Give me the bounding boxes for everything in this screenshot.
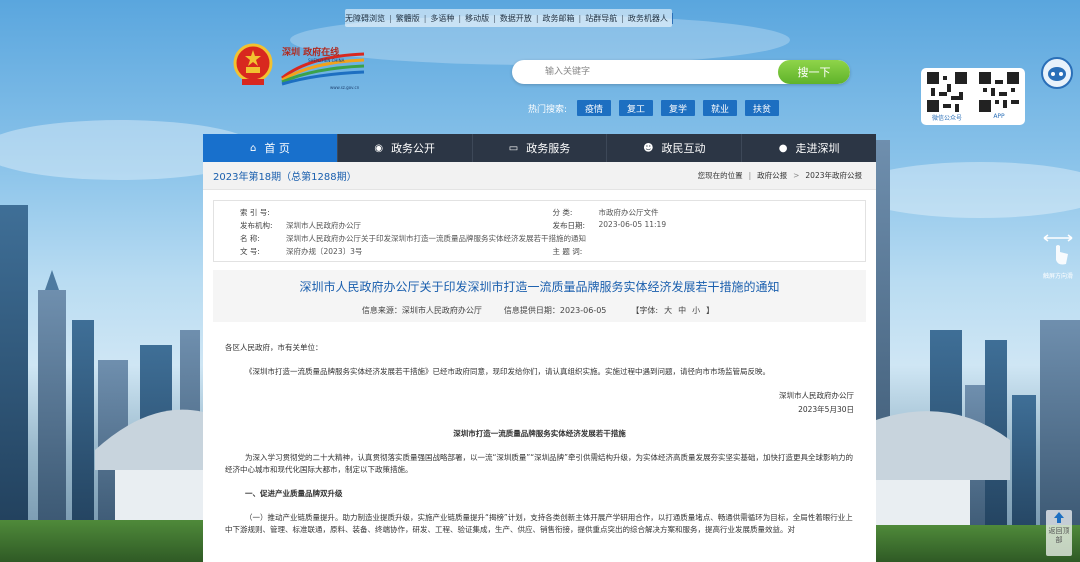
- eye-icon: ◉: [374, 142, 384, 154]
- issue-bar: 2023年第18期（总第1288期） 您现在的位置 | 政府公报 > 2023年…: [203, 162, 876, 190]
- back-to-top-button[interactable]: 返回顶部: [1046, 510, 1072, 556]
- hot-tag-employment[interactable]: 就业: [703, 100, 738, 116]
- font-size-medium[interactable]: 中: [678, 306, 686, 315]
- link-gov-mail[interactable]: 政务邮箱: [543, 13, 575, 24]
- signer: 深圳市人民政府办公厅: [779, 391, 854, 400]
- category-label: 分 类:: [552, 208, 573, 217]
- link-mobile[interactable]: 移动版: [465, 13, 489, 24]
- hot-tag-epidemic[interactable]: 疫情: [577, 100, 612, 116]
- main-panel: ⌂ 首 页 ◉ 政务公开 ▭ 政务服务 ☻ 政民互动 ● 走进深圳 2023年第…: [203, 134, 876, 562]
- link-accessible[interactable]: 无障碍浏览: [345, 13, 385, 24]
- qr-code-icon: [927, 72, 967, 112]
- hot-tag-poverty[interactable]: 扶贫: [745, 100, 780, 116]
- keywords-label: 主 题 词:: [552, 247, 583, 256]
- search-input[interactable]: [512, 60, 778, 84]
- section-1-heading: 一、促进产业质量品牌双升级: [245, 489, 343, 498]
- nav-gov-services-label: 政务服务: [526, 142, 571, 155]
- link-gov-robot[interactable]: 政务机器人: [628, 13, 668, 24]
- breadcrumb-gazette[interactable]: 政府公报: [757, 170, 787, 181]
- font-size-end: 】: [706, 306, 715, 315]
- publisher-value: 深圳市人民政府办公厅: [286, 221, 361, 230]
- nav-gov-affairs-label: 政务公开: [391, 142, 436, 155]
- doc-number-value: 深府办规〔2023〕3号: [286, 247, 363, 256]
- nav-interaction-label: 政民互动: [661, 142, 706, 155]
- link-multilingual[interactable]: 多语种: [430, 13, 454, 24]
- category-value: 市政府办公厅文件: [598, 208, 659, 217]
- shenzhen-government-logo[interactable]: 深圳 政府在线 SHENZHEN CHINA www.sz.gov.cn: [280, 46, 366, 90]
- measures-heading: 深圳市打造一流质量品牌服务实体经济发展若干措施: [453, 429, 626, 438]
- hand-pointer-icon: [1043, 234, 1073, 265]
- hot-search: 热门搜索: 疫情 复工 复学 就业 扶贫: [528, 100, 780, 116]
- app-qr[interactable]: APP: [978, 72, 1020, 125]
- font-size-large[interactable]: 大: [664, 306, 672, 315]
- nav-home-label: 首 页: [264, 142, 290, 155]
- publisher-label: 发布机构:: [240, 221, 273, 230]
- national-emblem-icon: [233, 43, 273, 85]
- back-to-top-label: 返回顶部: [1048, 527, 1070, 544]
- nav-about-shenzhen[interactable]: ● 走进深圳: [742, 134, 876, 162]
- people-icon: ☻: [643, 142, 654, 154]
- nav-about-shenzhen-label: 走进深圳: [795, 142, 840, 155]
- link-traditional[interactable]: 繁體版: [396, 13, 420, 24]
- link-site-nav[interactable]: 站群导航: [585, 13, 617, 24]
- wechat-qr-label: 微信公众号: [931, 115, 962, 122]
- document-body: 各区人民政府，市有关单位： 《深圳市打造一流质量品牌服务实体经济发展若干措施》已…: [203, 322, 876, 536]
- nav-gov-services[interactable]: ▭ 政务服务: [473, 134, 608, 162]
- main-nav: ⌂ 首 页 ◉ 政务公开 ▭ 政务服务 ☻ 政民互动 ● 走进深圳: [203, 134, 876, 162]
- qr-code-panel: 微信公众号 APP: [921, 68, 1025, 125]
- swipe-hint: 触屏方向滑: [1036, 232, 1080, 280]
- nav-gov-affairs[interactable]: ◉ 政务公开: [338, 134, 473, 162]
- breadcrumb: 您现在的位置 | 政府公报 > 2023年政府公报: [697, 170, 862, 181]
- breadcrumb-gazette-2023[interactable]: 2023年政府公报: [805, 170, 862, 181]
- hot-search-label: 热门搜索:: [528, 104, 568, 115]
- arrow-up-icon: [1054, 512, 1064, 523]
- link-open-data[interactable]: 数据开放: [500, 13, 532, 24]
- name-label: 名 称:: [240, 234, 260, 243]
- paragraph-1: 《深圳市打造一流质量品牌服务实体经济发展若干措施》已经市政府同意，现印发给你们，…: [245, 367, 770, 376]
- paragraph-3: （一）推动产业链质量提升。助力制造业提质升级，实施产业链质量提升“揭榜”计划，支…: [225, 513, 853, 534]
- home-icon: ⌂: [249, 142, 257, 154]
- nav-home[interactable]: ⌂ 首 页: [203, 134, 338, 162]
- monitor-icon: ▭: [508, 142, 519, 154]
- sign-date: 2023年5月30日: [798, 405, 854, 414]
- logo-url-text: www.sz.gov.cn: [330, 85, 360, 90]
- hot-tag-resume-work[interactable]: 复工: [619, 100, 654, 116]
- wechat-qr[interactable]: 微信公众号: [926, 72, 968, 125]
- qr-code-icon: [979, 72, 1019, 112]
- greeting: 各区人民政府，市有关单位：: [225, 343, 323, 352]
- font-size-label: 【字体:: [631, 306, 659, 315]
- robot-mascot-icon[interactable]: [1040, 56, 1074, 90]
- info-source: 信息来源：深圳市人民政府办公厅: [361, 306, 482, 315]
- search-button[interactable]: 搜一下: [778, 60, 850, 84]
- name-value: 深圳市人民政府办公厅关于印发深圳市打造一流质量品牌服务实体经济发展若干措施的通知: [286, 234, 586, 243]
- breadcrumb-prefix: 您现在的位置: [697, 171, 743, 180]
- app-qr-label: APP: [993, 113, 1005, 120]
- document-header: 深圳市人民政府办公厅关于印发深圳市打造一流质量品牌服务实体经济发展若干措施的通知…: [213, 270, 866, 322]
- search-box: 搜一下: [512, 60, 850, 84]
- logo-cn-text: 深圳 政府在线: [282, 46, 339, 58]
- issue-title: 2023年第18期（总第1288期）: [213, 172, 357, 183]
- publish-date-label: 发布日期:: [552, 221, 586, 230]
- logo-en-text: SHENZHEN CHINA: [308, 58, 345, 63]
- font-size-control: 【字体: 大中小】: [628, 305, 717, 316]
- swipe-label: 触屏方向滑: [1042, 273, 1073, 280]
- publish-date-value: 2023-06-05 11:19: [598, 220, 667, 229]
- hot-tag-resume-school[interactable]: 复学: [661, 100, 696, 116]
- top-links-bar: 无障碍浏览 | 繁體版 | 多语种 | 移动版 | 数据开放 | 政务邮箱 | 站群导航 | …: [345, 9, 672, 27]
- document-info: 信息来源：深圳市人民政府办公厅 信息提供日期：2023-06-05 【字体: 大中…: [213, 305, 866, 316]
- document-meta: 索 引 号: 分 类: 市政府办公厅文件 发布机构: 深圳市人民政府办公厅 发布日期…: [213, 200, 866, 262]
- font-size-small[interactable]: 小: [692, 306, 700, 315]
- info-provided-date: 信息提供日期：2023-06-05: [503, 306, 607, 315]
- info-icon: ●: [778, 142, 788, 154]
- index-label: 索 引 号:: [240, 208, 270, 217]
- doc-number-label: 文 号:: [240, 247, 260, 256]
- paragraph-2: 为深入学习贯彻党的二十大精神，认真贯彻落实质量强国战略部署，以一流“深圳质量”“…: [225, 453, 854, 474]
- document-title: 深圳市人民政府办公厅关于印发深圳市打造一流质量品牌服务实体经济发展若干措施的通知: [299, 280, 780, 294]
- nav-interaction[interactable]: ☻ 政民互动: [607, 134, 743, 162]
